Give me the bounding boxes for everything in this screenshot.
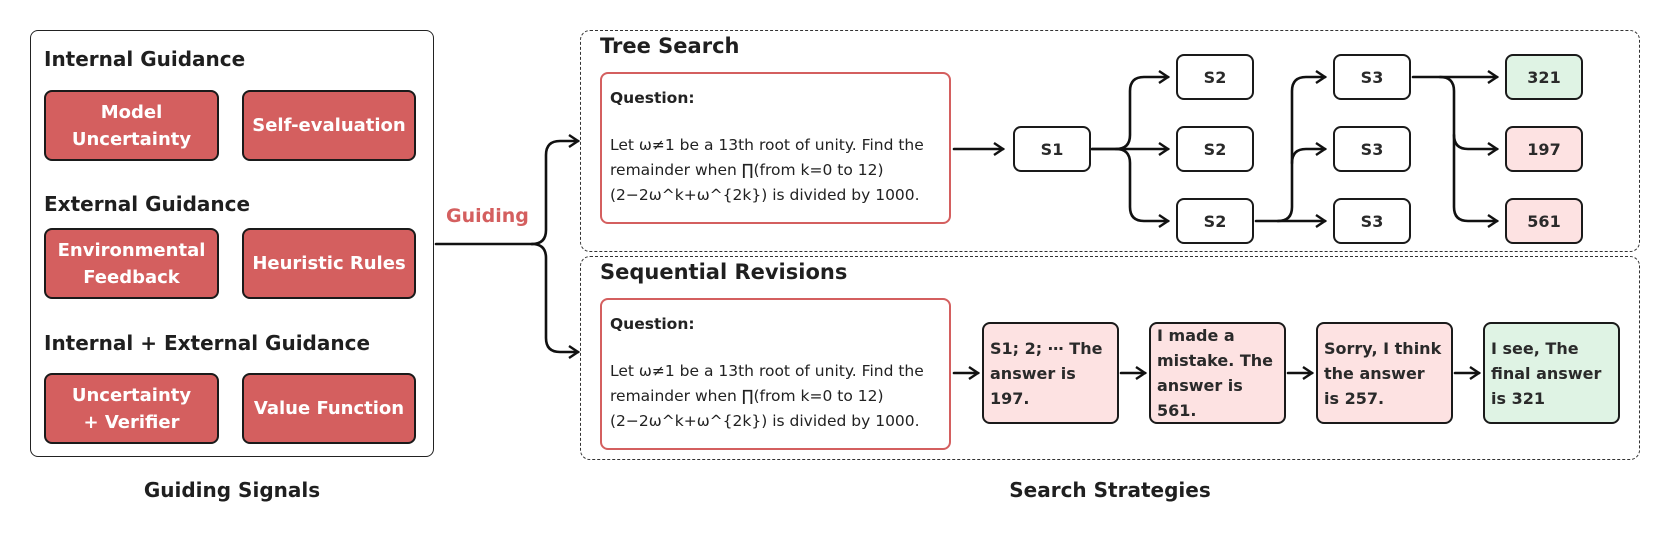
question-label: Question: [610, 89, 695, 107]
question-text: Let ω≠1 be a 13th root of unity. Find th… [610, 362, 924, 430]
revision-step-2[interactable]: I made a mistake. The answer is 561. [1149, 322, 1286, 424]
answer-node-197[interactable]: 197 [1505, 126, 1583, 172]
answer-node-321[interactable]: 321 [1505, 54, 1583, 100]
revision-step-4[interactable]: I see, The final answer is 321 [1483, 322, 1620, 424]
guiding-brace-upper [530, 141, 578, 246]
answer-node-561[interactable]: 561 [1505, 198, 1583, 244]
tree-search-question-box: Question: Let ω≠1 be a 13th root of unit… [600, 72, 951, 224]
signal-heuristic-rules[interactable]: Heuristic Rules [242, 228, 416, 299]
sequential-question-box: Question: Let ω≠1 be a 13th root of unit… [600, 298, 951, 450]
guiding-signals-caption: Guiding Signals [143, 478, 321, 502]
sequential-revisions-title: Sequential Revisions [600, 260, 848, 284]
tree-node-s3-mid[interactable]: S3 [1333, 126, 1411, 172]
group-title-internal-external: Internal + External Guidance [44, 331, 371, 355]
tree-search-title: Tree Search [600, 34, 740, 58]
signal-model-uncertainty[interactable]: Model Uncertainty [44, 90, 219, 161]
tree-node-s3-top[interactable]: S3 [1333, 54, 1411, 100]
signal-value-function[interactable]: Value Function [242, 373, 416, 444]
group-title-external: External Guidance [44, 192, 251, 216]
tree-node-s2-bottom[interactable]: S2 [1176, 198, 1254, 244]
question-label: Question: [610, 315, 695, 333]
signal-uncertainty-verifier[interactable]: Uncertainty + Verifier [44, 373, 219, 444]
revision-step-1[interactable]: S1; 2; ⋯ The answer is 197. [982, 322, 1119, 424]
group-title-internal: Internal Guidance [44, 47, 246, 71]
revision-step-3[interactable]: Sorry, I think the answer is 257. [1316, 322, 1453, 424]
tree-node-s2-mid[interactable]: S2 [1176, 126, 1254, 172]
tree-node-s2-top[interactable]: S2 [1176, 54, 1254, 100]
search-strategies-caption: Search Strategies [1009, 478, 1211, 502]
question-text: Let ω≠1 be a 13th root of unity. Find th… [610, 136, 924, 204]
signal-environmental-feedback[interactable]: Environmental Feedback [44, 228, 219, 299]
guiding-connector-label: Guiding [446, 205, 529, 227]
guiding-brace-lower [530, 242, 578, 352]
tree-node-s1[interactable]: S1 [1013, 126, 1091, 172]
signal-self-evaluation[interactable]: Self-evaluation [242, 90, 416, 161]
tree-node-s3-bottom[interactable]: S3 [1333, 198, 1411, 244]
